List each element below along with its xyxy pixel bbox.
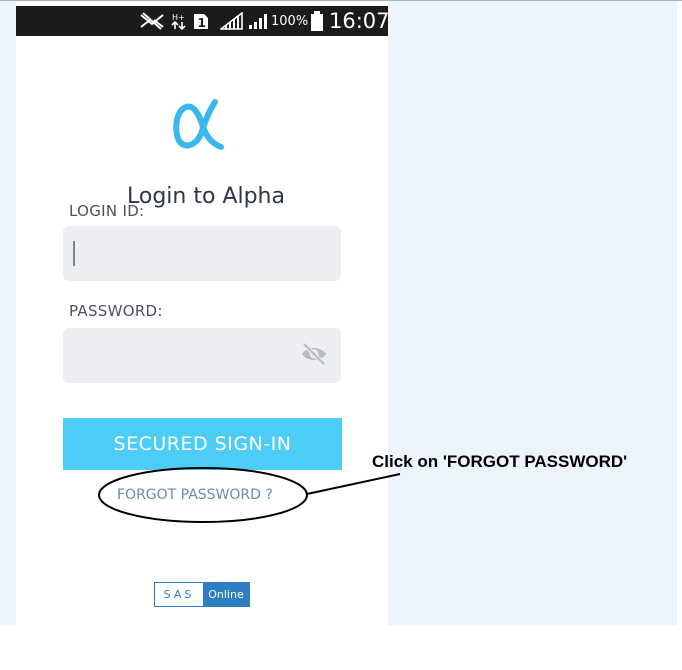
background-panel-left [0,1,16,625]
battery-percentage: 100% [271,14,309,29]
data-arrows-icon: H+ [171,13,186,30]
phone-screen: H+ 1 100% 16:07 Login to Alpha LOGIN ID:… [16,6,388,625]
password-label: PASSWORD: [69,302,163,320]
svg-text:1: 1 [198,16,206,30]
status-time: 16:07 [329,9,388,33]
password-input[interactable] [63,328,341,383]
online-logo-text: Online [203,583,249,606]
login-id-input[interactable] [63,226,341,281]
eye-slash-icon[interactable] [300,342,328,366]
silent-mode-icon [140,12,164,30]
forgot-password-link[interactable]: FORGOT PASSWORD ? [117,487,273,503]
instruction-callout: Click on 'FORGOT PASSWORD' [372,452,628,471]
sas-online-logo: SAS Online [154,582,250,607]
alpha-logo-icon [173,99,224,150]
signal-2-icon [249,14,267,29]
text-cursor [73,241,75,266]
sas-logo-text: SAS [155,583,203,606]
signal-1-icon [220,12,243,30]
page-title: Login to Alpha [127,184,285,209]
svg-text:H+: H+ [172,13,185,22]
secured-sign-in-button[interactable]: SECURED SIGN-IN [63,418,342,470]
status-bar: H+ 1 100% 16:07 [16,6,388,36]
sim-1-icon: 1 [194,14,208,30]
login-id-label: LOGIN ID: [69,202,145,220]
battery-icon [311,11,323,31]
background-panel-right [388,1,677,625]
